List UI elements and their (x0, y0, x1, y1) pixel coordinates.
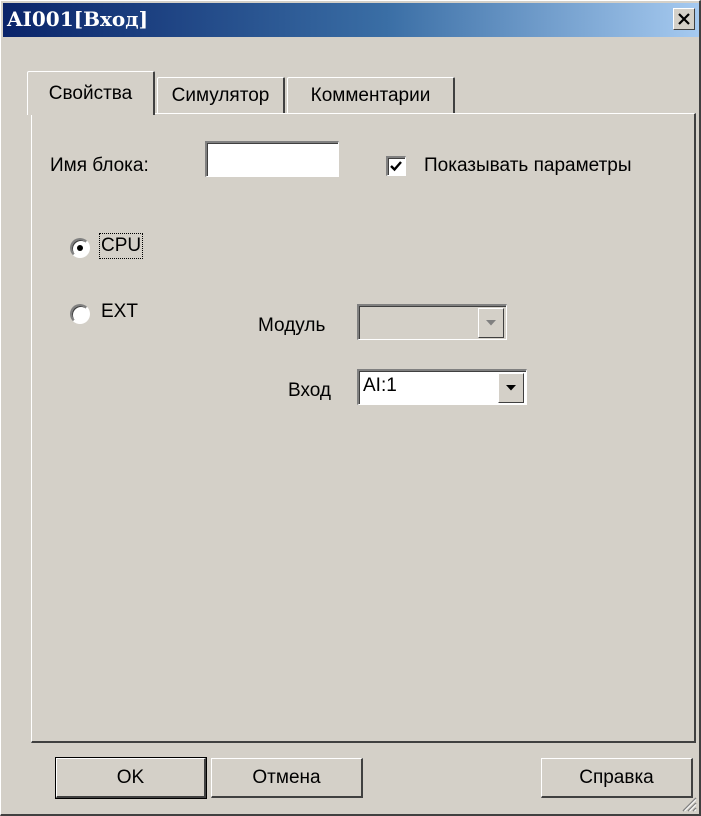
ok-button[interactable]: OK (55, 757, 207, 799)
module-select[interactable] (357, 304, 507, 340)
radio-cpu-label[interactable]: CPU (98, 233, 144, 259)
tab-simulator[interactable]: Симулятор (157, 77, 285, 113)
tab-properties[interactable]: Свойства (27, 71, 155, 115)
input-value: AI:1 (363, 375, 397, 396)
cancel-button[interactable]: Отмена (211, 758, 363, 798)
close-button[interactable] (673, 8, 695, 30)
module-dropdown-button[interactable] (478, 308, 504, 338)
tab-panel-properties: Имя блока: Показывать параметры CPU EXT … (31, 113, 696, 743)
close-icon (678, 13, 690, 25)
chevron-down-icon (506, 385, 516, 391)
dialog-window: AI001[Вход] Свойства Симулятор Комментар… (0, 0, 701, 816)
cancel-button-label: Отмена (252, 766, 321, 788)
checkmark-icon (390, 161, 402, 172)
radio-ext-label[interactable]: EXT (101, 301, 138, 323)
tab-comments-label: Комментарии (310, 84, 431, 106)
input-dropdown-button[interactable] (498, 373, 524, 403)
tab-simulator-label: Симулятор (171, 84, 270, 106)
tab-comments[interactable]: Комментарии (287, 77, 455, 113)
input-label: Вход (288, 380, 331, 401)
module-label: Модуль (258, 315, 326, 336)
help-button[interactable]: Справка (541, 758, 693, 798)
chevron-down-icon (486, 320, 496, 326)
show-params-checkbox[interactable] (386, 156, 406, 176)
tab-properties-label: Свойства (48, 82, 133, 104)
window-title: AI001[Вход] (7, 7, 149, 31)
title-bar[interactable]: AI001[Вход] (3, 3, 699, 37)
help-button-label: Справка (579, 766, 654, 788)
radio-cpu-dot (77, 245, 83, 251)
radio-ext[interactable] (70, 304, 90, 324)
size-grip-icon[interactable] (679, 794, 697, 812)
input-select[interactable]: AI:1 (357, 369, 527, 405)
block-name-input[interactable] (205, 141, 339, 177)
ok-button-label: OK (116, 766, 145, 788)
block-name-label: Имя блока: (50, 155, 149, 176)
show-params-label: Показывать параметры (424, 155, 632, 176)
radio-cpu[interactable] (70, 238, 90, 258)
